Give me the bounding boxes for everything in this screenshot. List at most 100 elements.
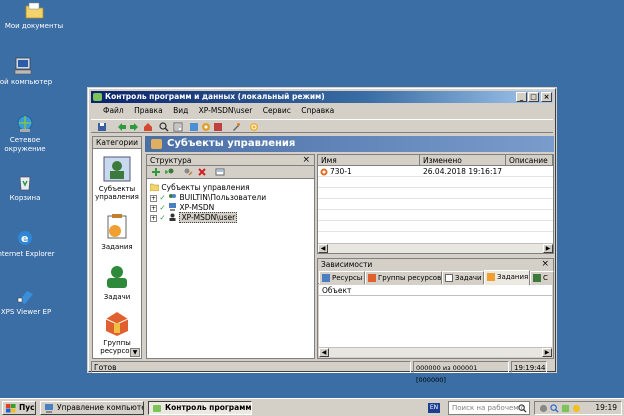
resources-icon <box>322 274 330 282</box>
task-computer-management[interactable]: Управление компьюте... <box>40 401 144 415</box>
tools-icon[interactable] <box>231 122 241 132</box>
tab-resources[interactable]: Ресурсы <box>319 271 365 284</box>
subjects-icon <box>533 274 541 282</box>
back-icon[interactable] <box>117 122 127 132</box>
categories-panel: Категории Субъекты управления Задания За… <box>92 136 142 359</box>
status-time: 19:19:44 <box>511 361 547 373</box>
user-icon <box>169 213 176 221</box>
settings-icon[interactable] <box>201 122 211 132</box>
column-header-description[interactable]: Описание <box>506 155 553 166</box>
expand-icon[interactable]: + <box>150 205 157 212</box>
computer-management-icon <box>45 404 53 413</box>
tray-shield-icon[interactable] <box>572 404 581 413</box>
tree-root[interactable]: Субъекты управления <box>149 183 250 193</box>
column-header-modified[interactable]: Изменено <box>420 155 506 166</box>
menu-edit[interactable]: Правка <box>130 104 167 117</box>
delete-icon[interactable] <box>197 167 207 177</box>
help-icon[interactable] <box>249 122 259 132</box>
desktop-icon-label: Мои документы <box>4 22 64 30</box>
group-icon <box>169 194 177 198</box>
report-icon[interactable] <box>213 122 223 132</box>
dependencies-grid: Объект ◀ ▶ <box>319 285 552 357</box>
table-row[interactable]: 730-1 26.04.2018 19:16:17 <box>318 167 553 177</box>
tree-node-builtin-users[interactable]: + ✓ BUILTIN\Пользователи <box>150 193 266 203</box>
desktop-icon-my-documents[interactable]: Мои документы <box>2 0 66 31</box>
menu-view[interactable]: Вид <box>169 104 192 117</box>
home-icon[interactable] <box>143 122 153 132</box>
tray-program-icon[interactable] <box>561 404 570 413</box>
tab-label: С <box>543 274 548 282</box>
start-button[interactable]: Пуск <box>2 401 36 415</box>
tab-tasks[interactable]: Задачи <box>442 271 484 284</box>
desktop-icon-label: Мой компьютер <box>0 78 53 86</box>
properties-icon[interactable] <box>173 122 183 132</box>
folder-icon <box>149 183 160 192</box>
desktop-icon-network[interactable]: Сетевое окружение <box>0 114 57 154</box>
tasks-icon <box>445 274 453 282</box>
task-program-control[interactable]: Контроль программ ... <box>148 401 252 415</box>
cell-modified: 26.04.2018 19:16:17 <box>423 167 503 176</box>
tray-settings-icon[interactable] <box>539 404 548 413</box>
edit-icon[interactable] <box>183 167 193 177</box>
desktop-icon-xps-viewer[interactable]: XPS Viewer EP <box>0 286 58 317</box>
window-titlebar[interactable]: Контроль программ и данных (локальный ре… <box>91 91 553 103</box>
grid-horizontal-scrollbar[interactable]: ◀ ▶ <box>318 243 553 253</box>
desktop-search-box[interactable]: Поиск на рабочем с <box>448 401 530 415</box>
empty-row <box>318 211 553 221</box>
desktop-icon-recycle-bin[interactable]: Корзина <box>0 172 57 203</box>
deps-horizontal-scrollbar[interactable]: ◀ ▶ <box>319 347 552 357</box>
expand-icon[interactable]: + <box>150 195 157 202</box>
xps-viewer-icon <box>17 291 33 304</box>
close-button[interactable]: × <box>541 92 552 102</box>
search-icon[interactable] <box>159 122 169 132</box>
tray-search-icon[interactable] <box>550 404 559 413</box>
scroll-left-button[interactable]: ◀ <box>318 244 328 253</box>
menu-service[interactable]: Сервис <box>259 104 295 117</box>
search-icon[interactable] <box>518 404 527 413</box>
tab-resource-groups[interactable]: Группы ресурсов <box>365 271 442 284</box>
tab-label: Группы ресурсов <box>378 274 442 282</box>
check-icon: ✓ <box>159 213 166 222</box>
scroll-right-button[interactable]: ▶ <box>542 348 552 357</box>
subjects-icon <box>103 156 131 182</box>
start-label: Пуск <box>19 403 35 412</box>
menu-help[interactable]: Справка <box>297 104 338 117</box>
minimize-button[interactable]: _ <box>516 92 527 102</box>
recycle-bin-icon <box>19 176 31 191</box>
add-user-icon[interactable] <box>165 167 175 177</box>
dependencies-close-button[interactable]: × <box>541 259 549 270</box>
menu-file[interactable]: Файл <box>99 104 128 117</box>
refresh-icon[interactable] <box>215 167 225 177</box>
main-window: Контроль программ и данных (локальный ре… <box>87 87 557 384</box>
maximize-button[interactable]: □ <box>528 92 539 102</box>
category-scroll-down-button[interactable]: ▼ <box>130 348 140 357</box>
column-header-name[interactable]: Имя <box>318 155 420 166</box>
tab-jobs[interactable]: Задания <box>484 270 530 285</box>
dependencies-panel: Зависимости × Ресурсы Группы ресурсов За… <box>317 258 554 359</box>
tasks-icon <box>107 266 127 288</box>
scroll-left-button[interactable]: ◀ <box>319 348 329 357</box>
main-header: Субъекты управления <box>145 136 554 152</box>
desktop-icon-my-computer[interactable]: Мой компьютер <box>0 56 55 87</box>
scroll-right-button[interactable]: ▶ <box>543 244 553 253</box>
check-icon: ✓ <box>159 203 166 212</box>
forward-icon[interactable] <box>129 122 139 132</box>
tree-node-xp-msdn-user[interactable]: + ✓ XP-MSDN\user <box>150 212 238 223</box>
category-jobs[interactable]: Задания <box>93 213 141 251</box>
language-indicator[interactable]: EN <box>428 403 440 413</box>
job-icon <box>320 168 328 176</box>
expand-icon[interactable]: + <box>150 215 157 222</box>
resources-icon[interactable] <box>189 122 199 132</box>
page-title: Субъекты управления <box>167 138 296 149</box>
tree-close-button[interactable]: × <box>302 155 310 166</box>
tab-more[interactable]: С <box>530 271 554 284</box>
desktop-icon-internet-explorer[interactable]: e Internet Explorer <box>0 228 57 259</box>
save-icon[interactable] <box>97 122 107 132</box>
menu-user[interactable]: XP-MSDN\user <box>195 104 257 117</box>
tree-title: Структура <box>150 156 192 165</box>
column-header-object[interactable]: Объект <box>319 285 552 296</box>
category-tasks[interactable]: Задачи <box>93 263 141 301</box>
add-icon[interactable] <box>151 167 161 177</box>
category-subjects[interactable]: Субъекты управления <box>93 155 141 201</box>
folder-icon <box>25 2 44 19</box>
